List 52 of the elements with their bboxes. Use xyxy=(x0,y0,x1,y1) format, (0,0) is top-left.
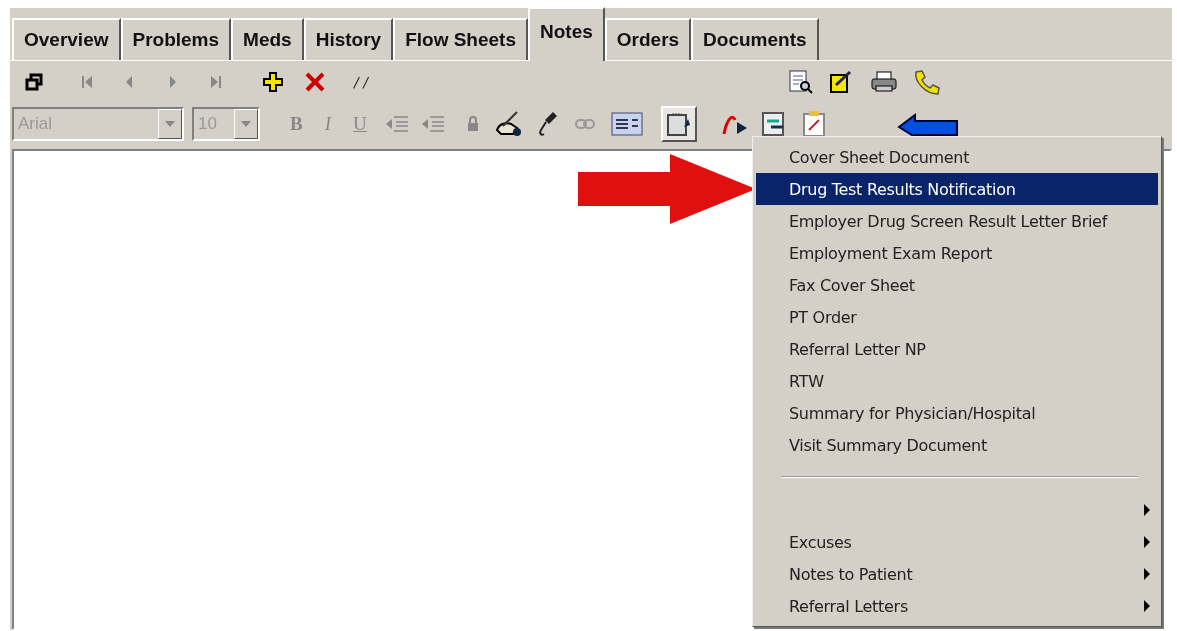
menu-item[interactable]: Fax Cover Sheet xyxy=(756,269,1158,301)
menu-item-label: Cover Sheet Document xyxy=(789,147,970,167)
menu-item-label: RTW xyxy=(789,371,824,391)
template-button[interactable] xyxy=(660,106,697,142)
menu-item-label: Fax Cover Sheet xyxy=(789,275,915,295)
document-search-icon[interactable] xyxy=(787,69,814,95)
tab[interactable]: Overview xyxy=(12,18,121,60)
menu-item-label: Excuses xyxy=(789,532,852,552)
submenu-caret-icon xyxy=(1144,536,1150,548)
menu-item[interactable]: RTW xyxy=(756,365,1158,397)
submenu-item[interactable]: Notes to Patient xyxy=(756,558,1158,590)
tab[interactable]: Orders xyxy=(604,18,692,60)
form-icon[interactable] xyxy=(610,112,643,136)
printer-icon[interactable] xyxy=(869,70,898,94)
submenu-caret-icon xyxy=(1144,600,1150,612)
tab[interactable]: Documents xyxy=(691,18,819,60)
menu-item-label: Employer Drug Screen Result Letter Brief xyxy=(789,211,1107,231)
submenu-caret-icon xyxy=(1144,504,1150,516)
microphone-icon[interactable] xyxy=(536,110,559,138)
dropdown-caret-icon xyxy=(165,121,175,127)
menu-item[interactable]: Cover Sheet Document xyxy=(756,141,1158,173)
delete-icon[interactable] xyxy=(304,71,326,93)
menu-item-label: Notes to Patient xyxy=(789,564,913,584)
menu-item-label: PT Order xyxy=(789,307,857,327)
menu-item-label: Drug Test Results Notification xyxy=(789,179,1016,199)
menu-item-label: Referral Letters xyxy=(789,596,908,616)
menu-item-label: Referral Letter NP xyxy=(789,339,926,359)
submenu-item[interactable]: Referral Letters xyxy=(756,590,1158,622)
tab[interactable]: History xyxy=(303,18,394,60)
submenu-caret-icon xyxy=(1144,568,1150,580)
plus-icon[interactable] xyxy=(262,71,284,93)
menu-item-label: Employment Exam Report xyxy=(789,243,992,263)
window-icon[interactable] xyxy=(25,73,43,91)
menu-item[interactable]: Visit Summary Document xyxy=(756,429,1158,461)
menu-item[interactable]: Summary for Physician/Hospital xyxy=(756,397,1158,429)
menu-item[interactable]: Employer Drug Screen Result Letter Brief xyxy=(756,205,1158,237)
clipboard-icon[interactable] xyxy=(800,110,827,138)
tab[interactable]: Notes xyxy=(528,7,605,61)
tab[interactable]: Flow Sheets xyxy=(393,18,528,60)
dropdown-caret-icon xyxy=(241,121,251,127)
menu-item-label: Visit Summary Document xyxy=(789,435,987,455)
back-arrow-icon[interactable] xyxy=(896,111,959,137)
menu-item-label: Summary for Physician/Hospital xyxy=(789,403,1036,423)
tab[interactable]: Problems xyxy=(120,18,232,60)
submenu-item[interactable]: Excuses xyxy=(756,526,1158,558)
menu-item[interactable]: Employment Exam Report xyxy=(756,237,1158,269)
menu-item[interactable]: PT Order xyxy=(756,301,1158,333)
menu-item[interactable]: Referral Letter NP xyxy=(756,333,1158,365)
tab[interactable]: Meds xyxy=(231,18,304,60)
menu-item[interactable]: Drug Test Results Notification xyxy=(756,173,1158,205)
sign-icon[interactable] xyxy=(827,69,854,95)
date-button[interactable]: / / xyxy=(354,74,368,90)
